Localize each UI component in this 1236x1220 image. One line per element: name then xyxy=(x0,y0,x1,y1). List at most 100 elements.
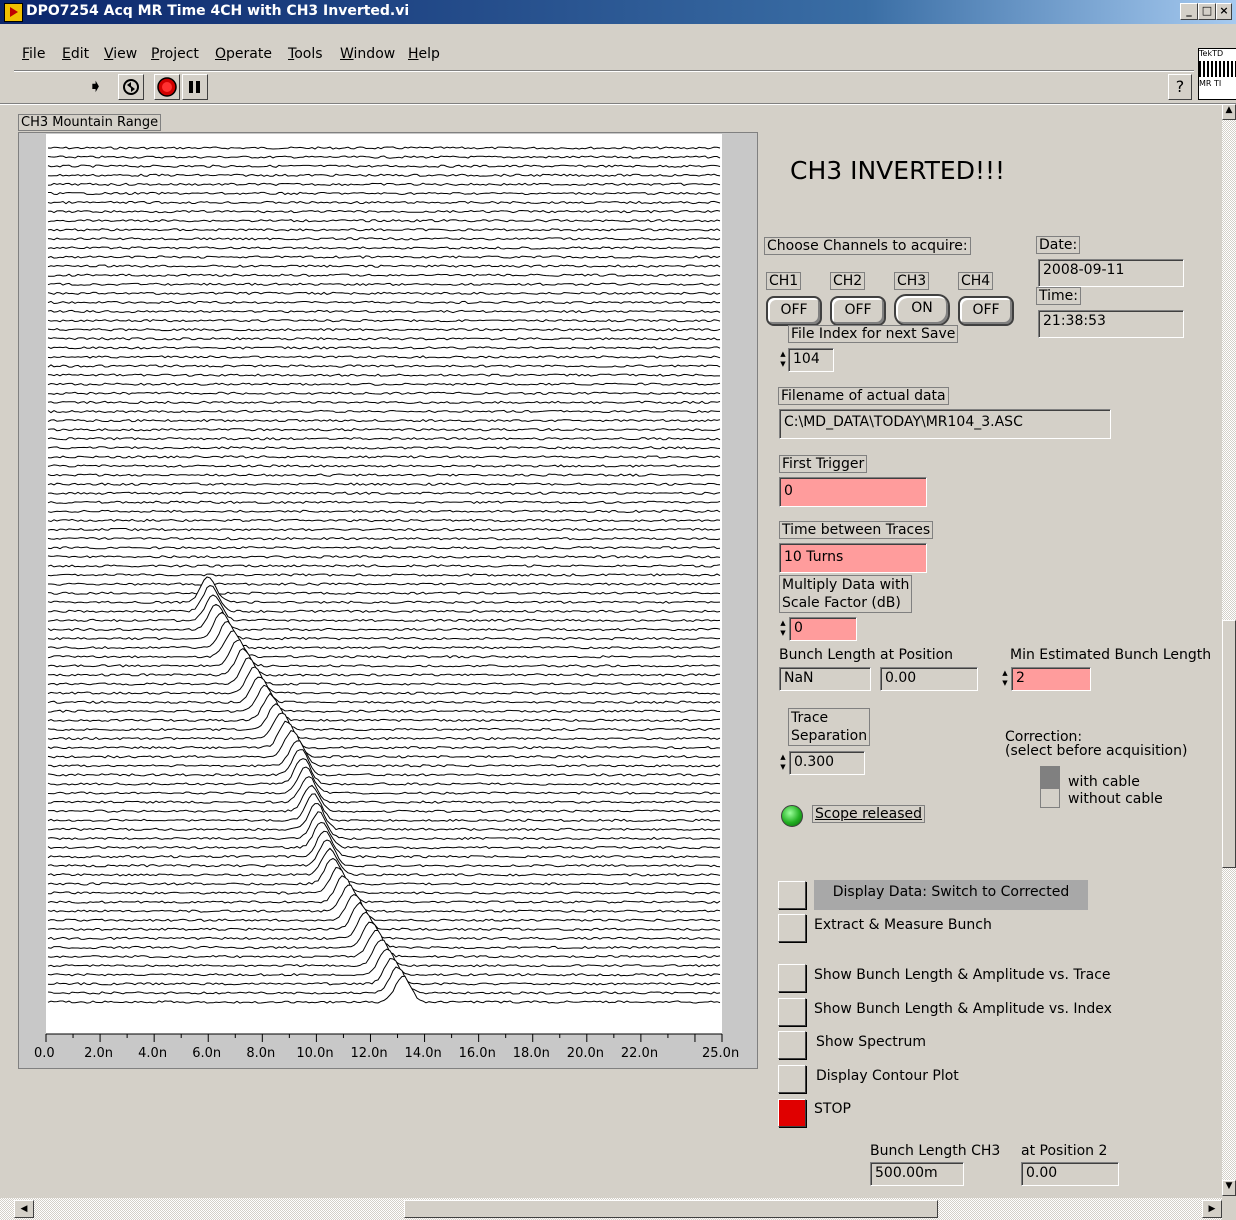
extract-measure-button[interactable] xyxy=(778,914,806,942)
menu-tools-label: ools xyxy=(294,46,323,62)
extract-measure-label: Extract & Measure Bunch xyxy=(814,917,992,933)
trace-separation-stepper[interactable]: ▲ ▼ xyxy=(779,752,787,774)
first-trigger-label: First Trigger xyxy=(779,455,868,473)
trace-line xyxy=(47,620,721,650)
scroll-down-arrow[interactable]: ▼ xyxy=(1222,1180,1236,1196)
filename-field[interactable]: C:\MD_DATA\TODAY\MR104_3.ASC xyxy=(779,409,1111,439)
menu-help[interactable]: Help xyxy=(408,46,440,62)
first-trigger-field[interactable]: 0 xyxy=(779,477,927,507)
ch4-toggle[interactable]: OFF xyxy=(958,296,1014,326)
trace-line xyxy=(47,546,721,550)
multiply-field[interactable]: 0 xyxy=(789,617,857,641)
contour-plot-button[interactable] xyxy=(778,1065,806,1093)
time-label: Time: xyxy=(1036,287,1081,305)
menu-file-label: ile xyxy=(29,46,46,62)
trace-line xyxy=(47,455,721,459)
menu-view[interactable]: View xyxy=(104,46,137,62)
run-arrow-icon[interactable]: ➧ xyxy=(88,78,103,96)
ch2-toggle[interactable]: OFF xyxy=(830,296,886,326)
trace-line xyxy=(47,684,721,713)
pause-icon xyxy=(189,81,200,93)
trace-line xyxy=(47,173,721,177)
plot-area[interactable] xyxy=(46,134,722,1034)
bunch-length-field[interactable]: NaN xyxy=(779,667,871,691)
stop-button[interactable] xyxy=(778,1099,806,1127)
at-position-field[interactable]: 0.00 xyxy=(880,667,978,691)
toolbar-separator xyxy=(14,70,1194,72)
trace-line xyxy=(47,830,721,859)
time-field[interactable]: 21:38:53 xyxy=(1038,310,1184,338)
scroll-up-arrow[interactable]: ▲ xyxy=(1222,104,1236,120)
menu-view-label: iew xyxy=(113,46,138,62)
scope-status-led xyxy=(781,805,803,827)
file-index-field[interactable]: 104 xyxy=(788,348,834,372)
abort-button[interactable] xyxy=(154,74,180,100)
trace-line xyxy=(47,811,721,841)
close-button[interactable]: × xyxy=(1216,3,1232,20)
trace-line xyxy=(47,418,721,423)
trace-line xyxy=(47,300,721,305)
abort-icon xyxy=(157,77,177,97)
menu-edit[interactable]: Edit xyxy=(62,46,89,62)
min-estimated-field[interactable]: 2 xyxy=(1011,667,1091,691)
display-data-button[interactable] xyxy=(778,881,806,909)
minimize-button[interactable]: _ xyxy=(1180,3,1198,20)
ch3-toggle[interactable]: ON xyxy=(894,294,950,326)
trace-line xyxy=(47,901,721,931)
menu-tools[interactable]: Tools xyxy=(288,46,323,62)
trace-line xyxy=(47,740,721,768)
trace-line xyxy=(48,647,720,677)
filename-label: Filename of actual data xyxy=(778,387,949,405)
ch3-label: CH3 xyxy=(894,272,930,290)
maximize-button[interactable]: □ xyxy=(1198,3,1216,20)
trace-line xyxy=(47,894,721,922)
trace-line xyxy=(47,209,721,214)
trace-line xyxy=(47,585,721,613)
scroll-right-arrow[interactable]: ▶ xyxy=(1202,1200,1222,1218)
trace-line xyxy=(47,857,721,886)
menu-help-label: elp xyxy=(418,46,440,62)
run-continuously-glyph xyxy=(123,79,139,95)
trace-line xyxy=(47,282,721,286)
x-tick-label: 22.0n xyxy=(620,1046,659,1061)
correction-switch[interactable] xyxy=(1040,766,1060,808)
file-index-stepper[interactable]: ▲ ▼ xyxy=(779,349,787,371)
trace-line xyxy=(47,428,721,432)
pause-button[interactable] xyxy=(182,74,208,100)
scroll-left-arrow[interactable]: ◀ xyxy=(14,1200,34,1218)
show-spectrum-button[interactable] xyxy=(778,1031,806,1059)
panel-separator xyxy=(0,103,1236,105)
trace-line xyxy=(47,464,721,468)
trace-line xyxy=(47,446,721,450)
trace-line xyxy=(47,749,721,777)
trace-separation-field[interactable]: 0.300 xyxy=(789,751,865,775)
time-between-traces-field[interactable]: 10 Turns xyxy=(779,543,927,573)
context-help-button[interactable]: ? xyxy=(1168,74,1192,100)
ch1-toggle[interactable]: OFF xyxy=(766,296,822,326)
trace-line xyxy=(47,255,721,259)
run-continuously-icon[interactable] xyxy=(118,74,144,100)
show-vs-trace-button[interactable] xyxy=(778,964,806,992)
multiply-stepper[interactable]: ▲ ▼ xyxy=(779,618,787,640)
trace-line xyxy=(47,437,721,441)
bunch-length-ch3-field[interactable]: 500.00m xyxy=(870,1162,964,1186)
choose-channels-label: Choose Channels to acquire: xyxy=(764,237,971,255)
menu-operate[interactable]: Operate xyxy=(215,46,272,62)
trace-line xyxy=(47,400,721,405)
trace-line xyxy=(47,576,721,604)
menu-window[interactable]: Window xyxy=(340,46,395,62)
at-position2-field[interactable]: 0.00 xyxy=(1021,1162,1119,1186)
trace-line xyxy=(47,264,721,268)
menu-project[interactable]: Project xyxy=(151,46,199,62)
bunch-length-label: Bunch Length xyxy=(779,647,876,663)
menu-file[interactable]: File xyxy=(22,46,45,62)
show-vs-index-button[interactable] xyxy=(778,998,806,1026)
date-field[interactable]: 2008-09-11 xyxy=(1038,259,1184,287)
trace-line xyxy=(47,591,721,595)
min-estimated-stepper[interactable]: ▲ ▼ xyxy=(1001,668,1009,690)
vertical-scroll-thumb[interactable] xyxy=(1222,620,1236,868)
trace-line xyxy=(47,409,720,414)
trace-separation-label-line2: Separation xyxy=(791,728,868,744)
trace-line xyxy=(47,720,721,750)
horizontal-scroll-thumb[interactable] xyxy=(404,1200,938,1218)
